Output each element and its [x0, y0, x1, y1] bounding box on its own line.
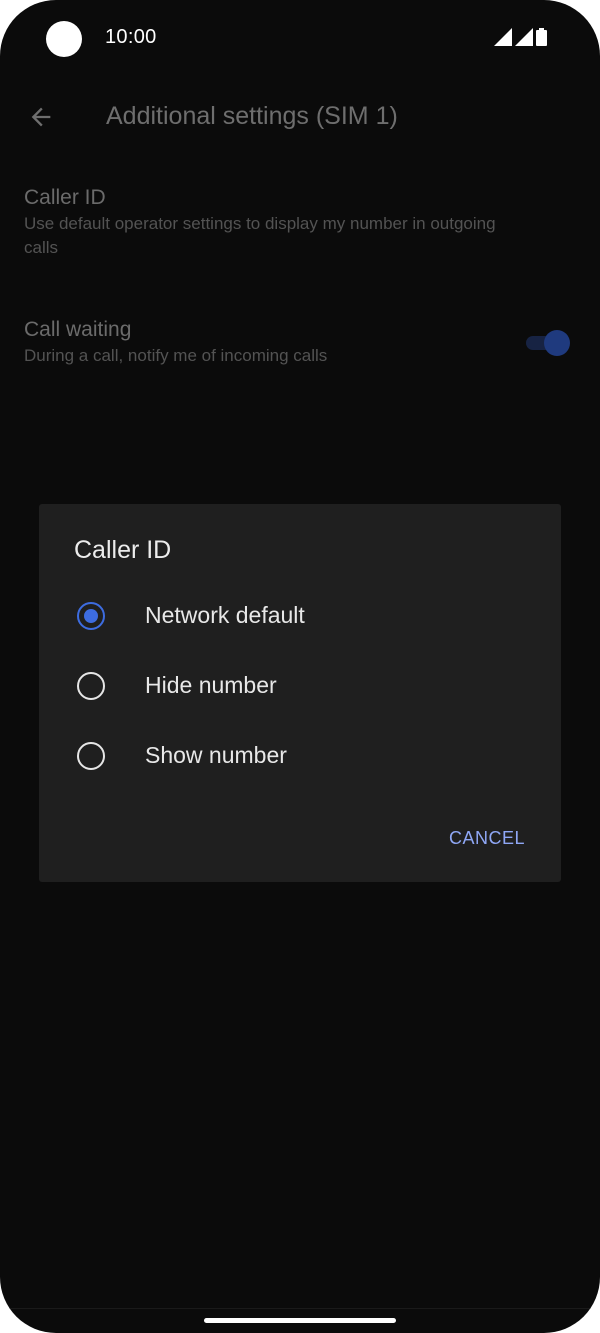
radio-button-checked[interactable] — [77, 602, 105, 630]
option-label: Hide number — [145, 672, 277, 698]
cancel-button[interactable]: CANCEL — [441, 822, 533, 854]
setting-title: Call waiting — [24, 318, 132, 341]
signal-icon — [515, 28, 533, 46]
home-gesture-handle[interactable] — [204, 1318, 396, 1323]
battery-icon — [536, 28, 547, 46]
signal-icon — [494, 28, 512, 46]
app-bar: Additional settings (SIM 1) — [0, 90, 600, 146]
option-network-default[interactable]: Network default — [39, 588, 561, 644]
option-hide-number[interactable]: Hide number — [39, 658, 561, 714]
caller-id-setting[interactable]: Caller ID Use default operator settings … — [24, 184, 576, 260]
option-show-number[interactable]: Show number — [39, 728, 561, 784]
setting-summary: Use default operator settings to display… — [24, 214, 496, 257]
nav-divider — [0, 1308, 600, 1309]
toggle-thumb — [544, 330, 570, 356]
radio-button[interactable] — [77, 672, 105, 700]
radio-button[interactable] — [77, 742, 105, 770]
call-waiting-setting[interactable]: Call waiting During a call, notify me of… — [24, 316, 576, 368]
arrow-back-icon — [31, 107, 51, 127]
option-label: Show number — [145, 742, 287, 768]
status-time: 10:00 — [105, 26, 157, 48]
radio-dot — [84, 609, 98, 623]
status-icons — [494, 28, 547, 46]
front-camera — [46, 21, 82, 57]
call-waiting-toggle[interactable] — [524, 328, 572, 358]
phone-screen: 10:00 Additional settings (SIM 1) Caller… — [0, 0, 600, 1333]
dialog-title: Caller ID — [74, 536, 172, 564]
option-label: Network default — [145, 602, 305, 628]
page-title: Additional settings (SIM 1) — [106, 102, 398, 130]
setting-summary: During a call, notify me of incoming cal… — [24, 346, 328, 365]
caller-id-dialog: Caller ID Network default Hide number Sh… — [39, 504, 561, 882]
back-button[interactable] — [22, 98, 60, 136]
setting-title: Caller ID — [24, 186, 106, 209]
